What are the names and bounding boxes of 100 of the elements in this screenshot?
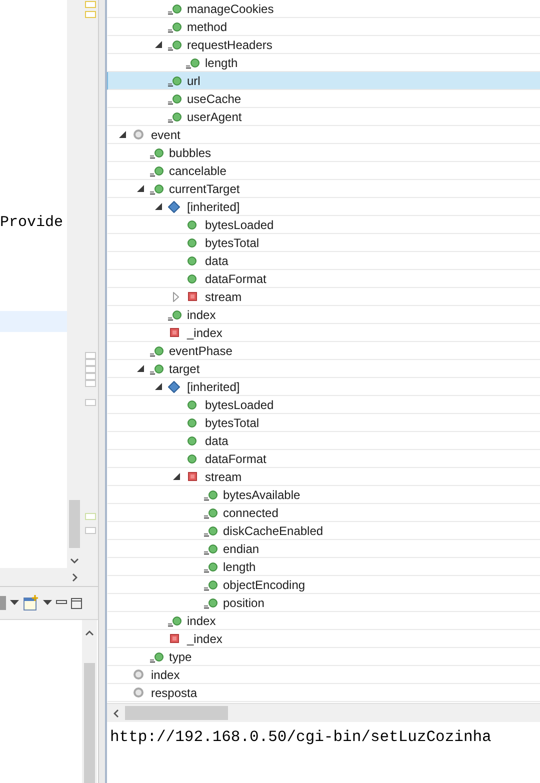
- tree-row[interactable]: currentTarget: [107, 180, 540, 198]
- tree-row[interactable]: url: [107, 72, 540, 90]
- variable-name: method: [187, 20, 228, 34]
- variable-name: length: [223, 560, 256, 574]
- tree-row[interactable]: useCache: [107, 90, 540, 108]
- property-icon: [166, 92, 182, 104]
- ruler-mark[interactable]: [85, 359, 96, 366]
- tree-row[interactable]: bytesTotal: [107, 234, 540, 252]
- collapsed-arrow-icon[interactable]: [173, 292, 179, 302]
- variable-name: position: [223, 596, 264, 610]
- tree-row[interactable]: event: [107, 126, 540, 144]
- tree-row[interactable]: dataFormat: [107, 450, 540, 468]
- ruler-mark[interactable]: [85, 366, 96, 373]
- tree-row[interactable]: eventPhase: [107, 342, 540, 360]
- variable-name: resposta: [151, 686, 198, 700]
- expanded-arrow-icon[interactable]: [136, 185, 144, 192]
- tree-row[interactable]: bytesAvailable: [107, 486, 540, 504]
- code-text: Provide: [0, 214, 64, 231]
- property-icon: [202, 542, 218, 554]
- variable-name: stream: [205, 290, 242, 304]
- tree-row[interactable]: [inherited]: [107, 378, 540, 396]
- code-editor[interactable]: Provide: [0, 0, 67, 568]
- private-icon: [170, 328, 178, 337]
- variable-name: [inherited]: [187, 380, 240, 394]
- tree-row[interactable]: index: [107, 666, 540, 684]
- variable-name: data: [205, 434, 228, 448]
- expanded-arrow-icon[interactable]: [154, 383, 162, 390]
- tree-row[interactable]: resposta: [107, 684, 540, 702]
- scroll-thumb[interactable]: [125, 706, 228, 720]
- variable-name: eventPhase: [169, 344, 232, 358]
- ruler-mark[interactable]: [85, 380, 96, 387]
- scroll-thumb[interactable]: [84, 663, 95, 783]
- tree-row[interactable]: position: [107, 594, 540, 612]
- property-icon: [202, 560, 218, 572]
- tree-row[interactable]: userAgent: [107, 108, 540, 126]
- tree-row[interactable]: method: [107, 18, 540, 36]
- property-icon: [148, 362, 164, 374]
- tree-row[interactable]: _index: [107, 630, 540, 648]
- tree-row[interactable]: bytesLoaded: [107, 216, 540, 234]
- tree-row[interactable]: target: [107, 360, 540, 378]
- tree-row[interactable]: manageCookies: [107, 0, 540, 18]
- tree-row[interactable]: length: [107, 558, 540, 576]
- variable-name: userAgent: [187, 110, 242, 124]
- variable-name: length: [205, 56, 238, 70]
- scroll-thumb[interactable]: [69, 500, 80, 548]
- minimize-icon[interactable]: [56, 600, 67, 606]
- tree-row[interactable]: objectEncoding: [107, 576, 540, 594]
- expanded-arrow-icon[interactable]: [154, 203, 162, 210]
- tree-row[interactable]: endian: [107, 540, 540, 558]
- variable-name: currentTarget: [169, 182, 240, 196]
- variable-name: bubbles: [169, 146, 212, 160]
- expanded-arrow-icon[interactable]: [154, 41, 162, 48]
- variable-name: _index: [187, 326, 222, 340]
- local-variable-icon: [132, 669, 144, 680]
- tree-row[interactable]: stream: [107, 288, 540, 306]
- tree-row[interactable]: data: [107, 432, 540, 450]
- tree-row[interactable]: bytesTotal: [107, 414, 540, 432]
- ruler-mark[interactable]: [85, 352, 96, 359]
- expanded-arrow-icon[interactable]: [136, 365, 144, 372]
- tree-row[interactable]: connected: [107, 504, 540, 522]
- vertical-scrollbar[interactable]: [82, 620, 97, 783]
- variable-name: index: [187, 614, 216, 628]
- new-window-icon[interactable]: [23, 595, 39, 611]
- tree-row[interactable]: stream: [107, 468, 540, 486]
- variable-name: manageCookies: [187, 2, 274, 16]
- property-icon: [166, 110, 182, 122]
- tree-row[interactable]: [inherited]: [107, 198, 540, 216]
- variable-name: [inherited]: [187, 200, 240, 214]
- tree-row[interactable]: diskCacheEnabled: [107, 522, 540, 540]
- dropdown-caret-icon[interactable]: [43, 600, 52, 606]
- tree-row[interactable]: dataFormat: [107, 270, 540, 288]
- tree-row[interactable]: requestHeaders: [107, 36, 540, 54]
- tree-row[interactable]: type: [107, 648, 540, 666]
- ruler-mark[interactable]: [85, 373, 96, 380]
- ruler-mark[interactable]: [85, 1, 96, 8]
- value-text: http://192.168.0.50/cgi-bin/setLuzCozinha: [110, 728, 492, 746]
- property-icon: [202, 578, 218, 590]
- property-icon: [166, 2, 182, 14]
- tree-row[interactable]: bytesLoaded: [107, 396, 540, 414]
- variable-name: connected: [223, 506, 278, 520]
- expanded-arrow-icon[interactable]: [118, 131, 126, 138]
- property-icon: [202, 506, 218, 518]
- ruler-mark[interactable]: [85, 11, 96, 18]
- tree-row[interactable]: cancelable: [107, 162, 540, 180]
- tree-row[interactable]: index: [107, 306, 540, 324]
- variable-name: dataFormat: [205, 452, 266, 466]
- ruler-mark[interactable]: [85, 399, 96, 406]
- ruler-mark[interactable]: [85, 527, 96, 534]
- tree-row[interactable]: data: [107, 252, 540, 270]
- variable-name: useCache: [187, 92, 242, 106]
- ruler-mark[interactable]: [85, 513, 96, 520]
- horizontal-scrollbar[interactable]: [107, 704, 540, 722]
- property-icon: [148, 344, 164, 356]
- tree-row[interactable]: bubbles: [107, 144, 540, 162]
- tree-row[interactable]: _index: [107, 324, 540, 342]
- tree-row[interactable]: index: [107, 612, 540, 630]
- expanded-arrow-icon[interactable]: [172, 473, 180, 480]
- variable-name: cancelable: [169, 164, 226, 178]
- dropdown-caret-icon[interactable]: [10, 600, 19, 606]
- maximize-icon[interactable]: [71, 598, 82, 608]
